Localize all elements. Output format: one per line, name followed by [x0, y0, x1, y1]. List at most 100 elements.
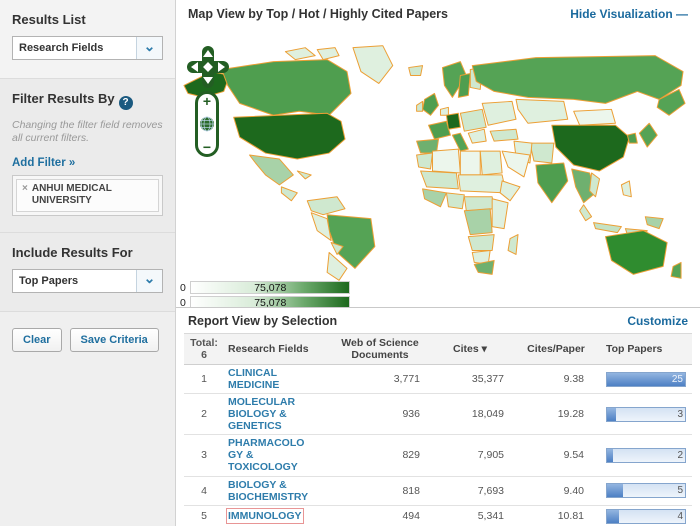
filter-section: Filter Results By? Changing the filter f…	[0, 79, 175, 233]
map-legend: 0 75,078 0 75,078	[180, 281, 350, 307]
top-papers-bar-fill	[607, 407, 617, 421]
field-link[interactable]: MOLECULAR BIOLOGY & GENETICS	[228, 396, 312, 432]
world-map-svg	[183, 45, 686, 281]
sidebar: Results List Research Fields ⌄ Filter Re…	[0, 0, 176, 526]
row-cites: 5,341	[477, 510, 504, 523]
report-panel: Report View by Selection Customize Total…	[176, 307, 700, 526]
row-docs: 818	[402, 484, 420, 497]
customize-link[interactable]: Customize	[627, 314, 688, 328]
clear-button[interactable]: Clear	[12, 327, 62, 352]
row-rank: 2	[201, 408, 207, 421]
row-docs: 936	[402, 408, 420, 421]
top-papers-value: 3	[677, 408, 683, 420]
row-cpp: 19.28	[557, 408, 584, 421]
app-root: Results List Research Fields ⌄ Filter Re…	[0, 0, 700, 526]
results-list-heading: Results List	[12, 12, 86, 27]
sort-down-icon: ▾	[481, 343, 487, 355]
table-body: 1 CLINICAL MEDICINE 3,771 35,377 9.38 25…	[184, 365, 692, 526]
legend-gradient-bar-2: 75,078	[190, 296, 350, 307]
row-cites: 7,905	[477, 449, 504, 462]
table-row: 4 BIOLOGY & BIOCHEMISTRY 818 7,693 9.40 …	[184, 477, 692, 506]
top-papers-value: 4	[677, 510, 683, 522]
col-research-fields: Research Fields	[228, 343, 309, 355]
include-results-value: Top Papers	[19, 274, 79, 287]
map-zoom-control[interactable]: + −	[195, 91, 219, 157]
remove-filter-icon[interactable]: ×	[22, 183, 28, 208]
top-papers-value: 2	[677, 449, 683, 461]
top-papers-bar-fill	[607, 509, 620, 523]
report-title: Report View by Selection	[188, 314, 338, 328]
filter-note: Changing the filter field removes all cu…	[12, 118, 163, 144]
legend-max-label-2: 75,078	[254, 297, 287, 307]
row-cpp: 9.40	[563, 484, 584, 497]
zoom-in-icon[interactable]: +	[203, 94, 211, 108]
include-results-section: Include Results For Top Papers ⌄	[0, 232, 175, 312]
table-row: 2 MOLECULAR BIOLOGY & GENETICS 936 18,04…	[184, 394, 692, 436]
map-panel: Map View by Top / Hot / Highly Cited Pap…	[176, 0, 700, 307]
results-list-value: Research Fields	[19, 42, 104, 54]
legend-min-label: 0	[180, 281, 186, 294]
row-rank: 5	[201, 510, 207, 523]
add-filter-link[interactable]: Add Filter »	[12, 157, 75, 169]
field-link[interactable]: BIOLOGY & BIOCHEMISTRY	[228, 479, 312, 503]
active-filter-tag[interactable]: × ANHUI MEDICAL UNIVERSITY	[16, 178, 159, 212]
help-icon[interactable]: ?	[118, 95, 133, 110]
col-cites-per-paper: Cites/Paper	[527, 343, 585, 355]
field-link[interactable]: IMMUNOLOGY	[226, 508, 304, 525]
row-cpp: 10.81	[557, 510, 584, 523]
row-docs: 829	[402, 449, 420, 462]
legend-max-label: 75,078	[254, 282, 287, 294]
top-papers-bar: 4	[606, 508, 686, 524]
results-list-section: Results List Research Fields ⌄	[0, 0, 175, 79]
row-cpp: 9.54	[563, 449, 584, 462]
collapse-icon: —	[676, 7, 688, 21]
top-papers-value: 5	[677, 485, 683, 497]
filter-heading-row: Filter Results By?	[12, 91, 163, 110]
table-row: 5 IMMUNOLOGY 494 5,341 10.81 4	[184, 506, 692, 526]
map-panel-title: Map View by Top / Hot / Highly Cited Pap…	[188, 7, 448, 21]
top-papers-value: 25	[671, 373, 683, 385]
col-wos-documents: Web of Science Documents	[341, 337, 419, 361]
col-total: Total: 6	[190, 337, 218, 361]
field-link[interactable]: CLINICAL MEDICINE	[228, 367, 312, 391]
row-cites: 7,693	[477, 484, 504, 497]
row-docs: 494	[402, 510, 420, 523]
filter-heading: Filter Results By	[12, 91, 115, 106]
active-filter-box: × ANHUI MEDICAL UNIVERSITY	[12, 174, 163, 216]
col-cites-sort[interactable]: Cites ▾	[430, 341, 510, 357]
row-cpp: 9.38	[563, 373, 584, 386]
world-map[interactable]: + − 0 75,078 0 75,078	[176, 27, 700, 307]
table-header: Total: 6 Research Fields Web of Science …	[184, 333, 692, 365]
results-list-select[interactable]: Research Fields ⌄	[12, 36, 163, 60]
zoom-out-icon[interactable]: −	[203, 140, 211, 154]
top-papers-bar-fill	[607, 484, 623, 498]
save-criteria-button[interactable]: Save Criteria	[69, 327, 159, 352]
table-row: 3 PHARMACOLOGY & TOXICOLOGY 829 7,905 9.…	[184, 435, 692, 477]
row-rank: 3	[201, 449, 207, 462]
map-pan-control[interactable]	[186, 45, 230, 89]
main-content: Map View by Top / Hot / Highly Cited Pap…	[176, 0, 700, 526]
col-top-papers: Top Papers	[606, 343, 663, 355]
chevron-down-icon: ⌄	[136, 37, 162, 59]
top-papers-bar: 5	[606, 483, 686, 499]
row-cites: 35,377	[471, 373, 504, 386]
field-link[interactable]: PHARMACOLOGY & TOXICOLOGY	[228, 437, 312, 473]
include-results-heading: Include Results For	[12, 244, 133, 260]
chevron-down-icon: ⌄	[136, 269, 162, 292]
row-docs: 3,771	[393, 373, 420, 386]
active-filter-label: ANHUI MEDICAL UNIVERSITY	[31, 182, 112, 207]
row-rank: 4	[201, 484, 207, 497]
sidebar-actions: Clear Save Criteria	[0, 311, 175, 366]
legend-min-label-2: 0	[180, 296, 186, 308]
row-cites: 18,049	[471, 408, 504, 421]
include-results-select[interactable]: Top Papers ⌄	[12, 268, 163, 293]
row-rank: 1	[201, 373, 207, 386]
results-table: Total: 6 Research Fields Web of Science …	[184, 333, 692, 526]
top-papers-bar: 2	[606, 447, 686, 463]
globe-icon[interactable]	[199, 116, 215, 132]
table-row: 1 CLINICAL MEDICINE 3,771 35,377 9.38 25	[184, 365, 692, 395]
top-papers-bar: 3	[606, 406, 686, 422]
hide-visualization-link[interactable]: Hide Visualization —	[570, 7, 688, 21]
top-papers-bar-fill	[607, 448, 614, 462]
top-papers-bar: 25	[606, 371, 686, 387]
